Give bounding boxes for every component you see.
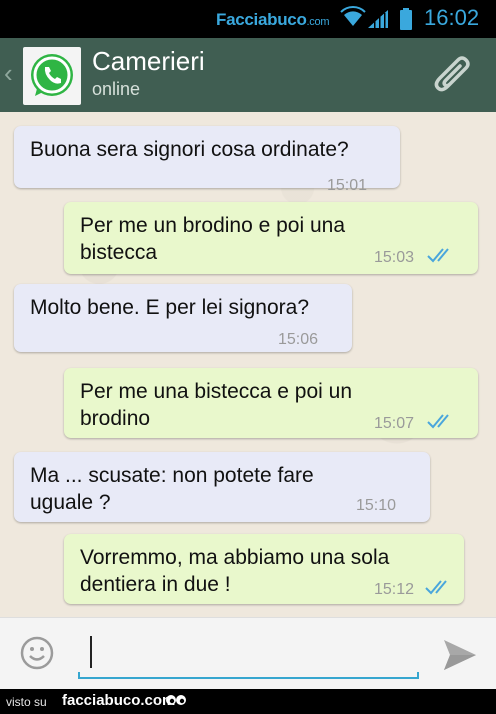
read-ticks-icon [427, 414, 449, 429]
read-ticks-icon [425, 580, 447, 595]
text-caret [90, 636, 92, 668]
message-text: Buona sera signori cosa ordinate? [30, 136, 349, 163]
back-chevron-icon[interactable]: ‹ [4, 60, 13, 86]
input-bar [0, 617, 496, 689]
footer-site: facciabuco.com [62, 692, 176, 709]
message-line: Per me una bistecca e poi un [80, 380, 352, 403]
contact-name[interactable]: Camerieri [92, 46, 205, 77]
message-text: Molto bene. E per lei signora? [30, 294, 309, 321]
contact-status: online [92, 79, 141, 99]
status-bar: Facciabuco.com 16:02 [0, 0, 496, 38]
message-outgoing[interactable]: Per me una bistecca e poi un brodino 15:0… [64, 368, 478, 438]
status-brand: Facciabuco.com [216, 10, 329, 30]
message-incoming[interactable]: Molto bene. E per lei signora? 15:06 [14, 284, 352, 352]
message-line: dentiera in due ! [80, 573, 231, 596]
message-line: Vorremmo, ma abbiamo una sola [80, 546, 390, 569]
message-text: Per me una bistecca e poi un brodino [80, 378, 352, 432]
message-incoming[interactable]: Ma ... scusate: non potete fare uguale ? … [14, 452, 430, 522]
message-line: Per me un brodino e poi una [80, 214, 346, 237]
message-outgoing[interactable]: Vorremmo, ma abbiamo una sola dentiera in… [64, 534, 464, 604]
wifi-icon [340, 6, 366, 26]
message-line: bistecca [80, 241, 158, 264]
read-ticks-icon [427, 248, 449, 263]
message-time: 15:07 [374, 415, 415, 432]
message-line: Buona sera signori cosa ordinate? [30, 138, 349, 161]
status-time: 16:02 [424, 5, 480, 30]
chat-header: ‹ Camerieri online [0, 38, 496, 112]
chat-area[interactable]: Buona sera signori cosa ordinate? 15:01 … [0, 112, 496, 617]
battery-icon [400, 8, 412, 30]
message-incoming[interactable]: Buona sera signori cosa ordinate? 15:01 [14, 126, 400, 194]
message-time: 15:03 [374, 249, 415, 266]
message-line: Ma ... scusate: non potete fare [30, 464, 314, 487]
signal-icon [368, 10, 388, 28]
footer-bar: visto su facciabuco.com [0, 689, 496, 714]
message-time: 15:12 [374, 581, 415, 598]
message-line: Molto bene. E per lei signora? [30, 296, 309, 319]
message-time: 15:10 [356, 497, 397, 514]
message-text: Vorremmo, ma abbiamo una sola dentiera in… [80, 544, 389, 598]
message-text: Ma ... scusate: non potete fare uguale ? [30, 462, 314, 516]
message-text: Per me un brodino e poi una bistecca [80, 212, 345, 266]
smiley-icon[interactable] [20, 636, 54, 670]
message-outgoing[interactable]: Per me un brodino e poi una bistecca 15:0… [64, 202, 478, 274]
message-line: brodino [80, 407, 151, 430]
footer-prefix: visto su [6, 695, 47, 709]
status-brand-main: Facciabuco [216, 10, 307, 29]
message-time: 15:06 [278, 331, 319, 348]
status-brand-domain: .com [306, 16, 330, 28]
send-icon[interactable] [442, 638, 478, 672]
message-line: uguale ? [30, 491, 111, 514]
avatar[interactable] [23, 47, 81, 105]
eyes-icon [166, 695, 186, 705]
whatsapp-avatar-icon [31, 54, 73, 96]
input-underline [78, 672, 419, 679]
paperclip-icon[interactable] [430, 54, 476, 100]
message-time: 15:01 [327, 177, 368, 194]
